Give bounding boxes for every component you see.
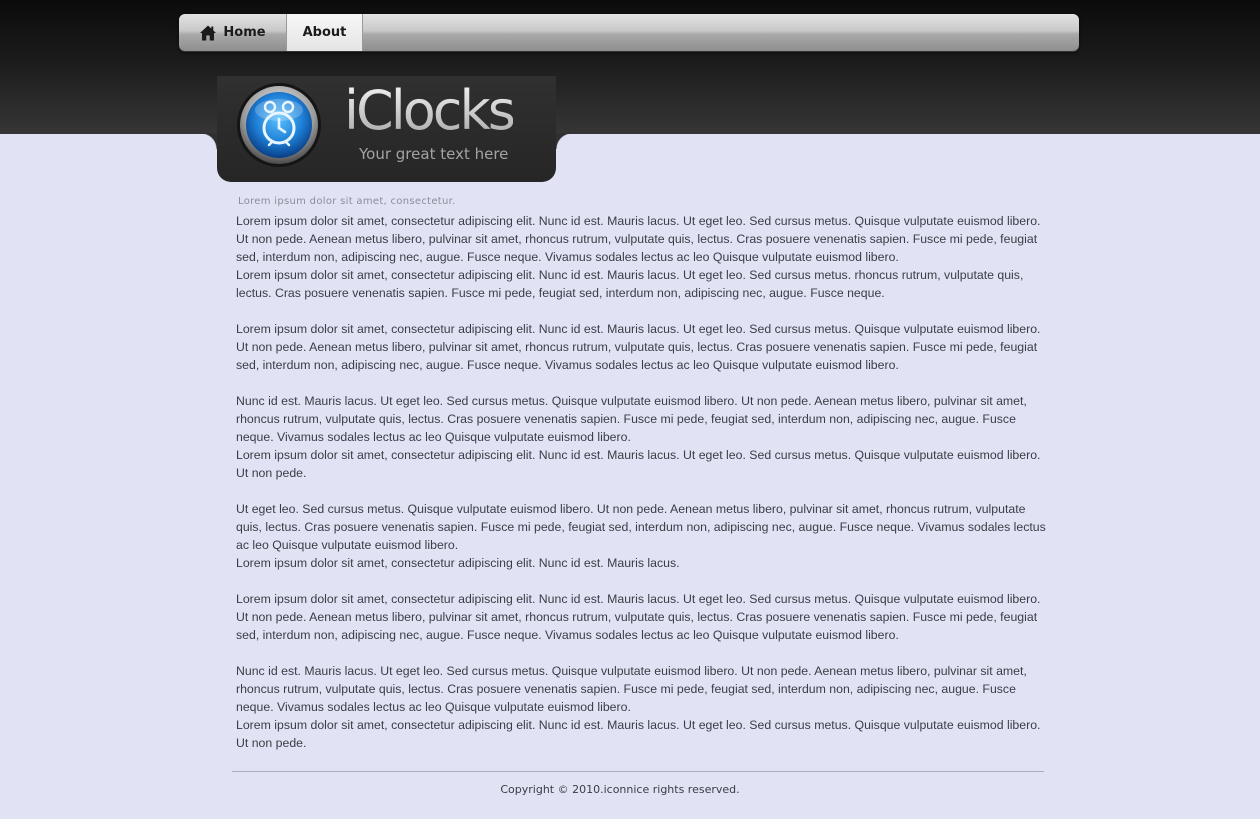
main-nav: Home About	[179, 14, 1079, 51]
alarm-clock-icon[interactable]	[236, 82, 322, 168]
content-paragraph: Nunc id est. Mauris lacus. Ut eget leo. …	[236, 664, 1027, 714]
home-icon	[200, 25, 217, 40]
content-paragraph: Lorem ipsum dolor sit amet, consectetur …	[236, 592, 1041, 642]
content-paragraph: Lorem ipsum dolor sit amet, consectetur …	[236, 214, 1041, 264]
footer-copyright: Copyright © 2010.iconnice rights reserve…	[500, 783, 740, 796]
footer-divider	[232, 771, 1044, 772]
main-content: Lorem ipsum dolor sit amet, consectetur …	[236, 212, 1054, 752]
page-subtitle: Lorem ipsum dolor sit amet, consectetur.	[238, 196, 456, 207]
logo-tagline: Your great text here	[359, 145, 509, 163]
nav-home-link[interactable]: Home	[179, 14, 286, 51]
nav-home-label: Home	[223, 25, 266, 40]
content-paragraph: Ut eget leo. Sed cursus metus. Quisque v…	[236, 502, 1046, 552]
content-paragraph: Lorem ipsum dolor sit amet, consectetur …	[236, 718, 1041, 750]
logo-title[interactable]: iClocks	[344, 84, 516, 138]
content-paragraph: Lorem ipsum dolor sit amet, consectetur …	[236, 556, 680, 570]
content-paragraph: Lorem ipsum dolor sit amet, consectetur …	[236, 448, 1041, 480]
content-paragraph: Lorem ipsum dolor sit amet, consectetur …	[236, 268, 1024, 300]
content-paragraph: Lorem ipsum dolor sit amet, consectetur …	[236, 322, 1041, 372]
nav-about-label: About	[302, 25, 347, 40]
content-paragraph: Nunc id est. Mauris lacus. Ut eget leo. …	[236, 394, 1027, 444]
nav-about-link[interactable]: About	[286, 14, 363, 51]
